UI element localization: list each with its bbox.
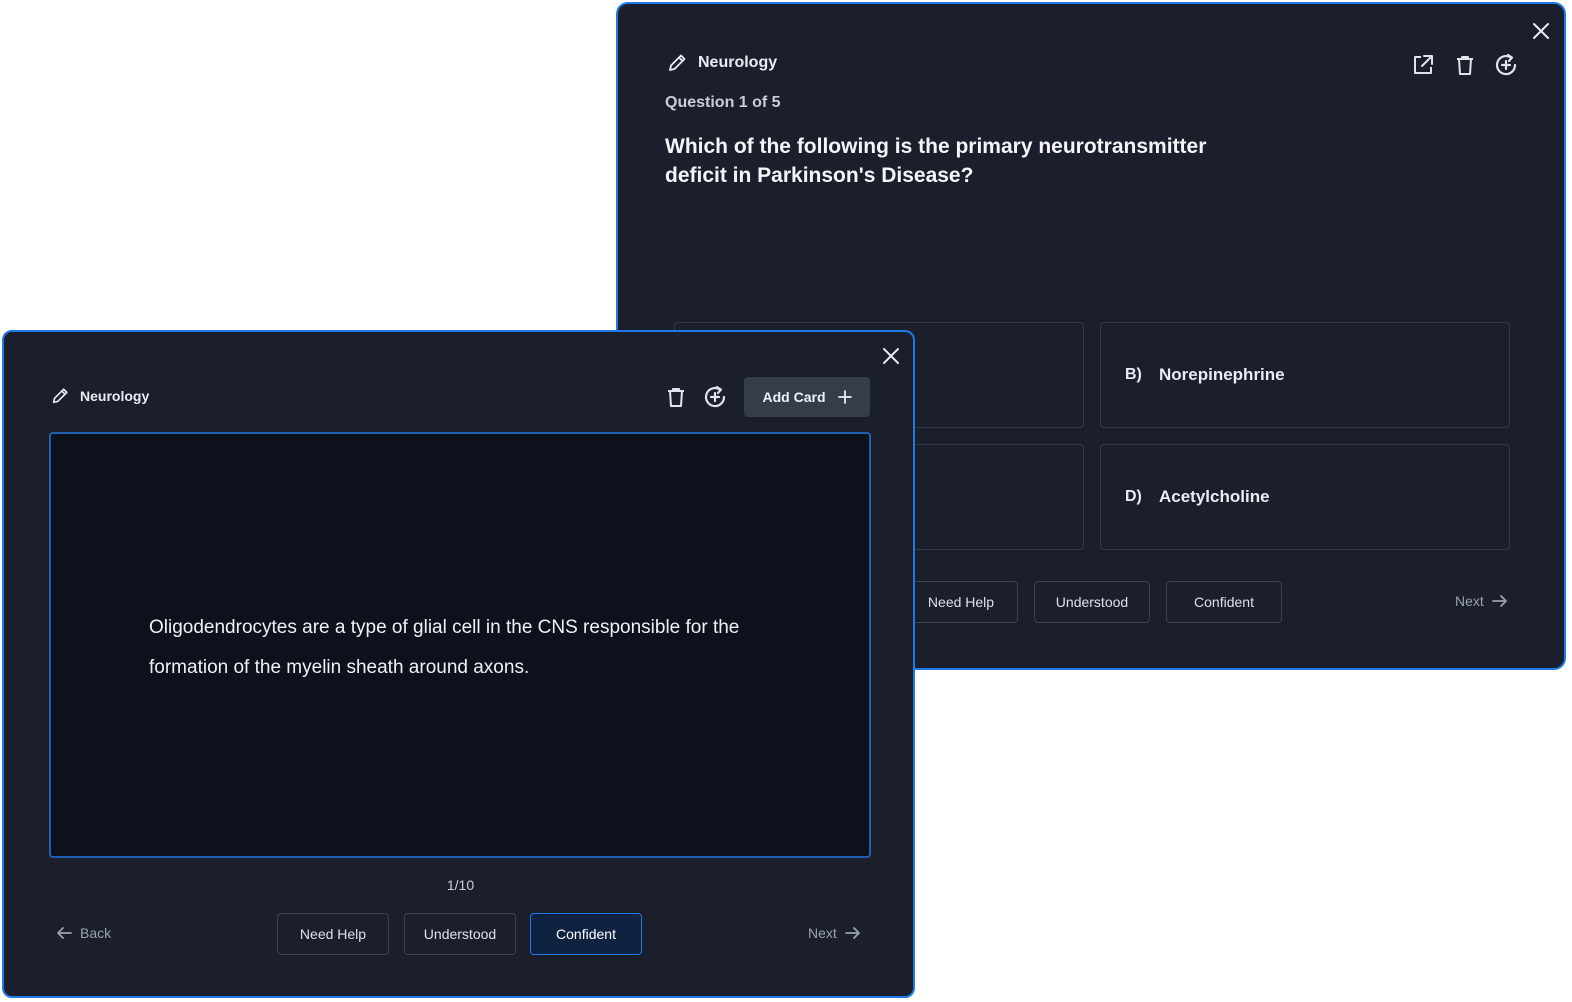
- pencil-icon: [666, 52, 688, 74]
- arrow-right-icon: [1491, 594, 1508, 608]
- option-letter: D): [1125, 488, 1142, 505]
- quiz-understood-button[interactable]: Understood: [1034, 581, 1150, 623]
- share-icon[interactable]: [1409, 51, 1437, 79]
- refresh-icon[interactable]: [1492, 51, 1520, 79]
- trash-icon[interactable]: [662, 383, 690, 411]
- plus-icon: [837, 390, 852, 404]
- question-text: Which of the following is the primary ne…: [665, 135, 1207, 187]
- quiz-deck-name: Neurology: [698, 54, 778, 71]
- next-label: Next: [808, 925, 837, 941]
- quiz-next-label: Next: [1455, 593, 1484, 609]
- back-link[interactable]: Back: [56, 925, 111, 941]
- need-help-button[interactable]: Need Help: [277, 913, 389, 955]
- back-label: Back: [80, 925, 112, 941]
- option-text: Acetylcholine: [1159, 487, 1270, 506]
- option-d[interactable]: D) Acetylcholine: [1100, 444, 1510, 550]
- refresh-icon[interactable]: [701, 383, 729, 411]
- flashcard-deck-title[interactable]: Neurology: [50, 386, 149, 406]
- arrow-right-icon: [844, 926, 861, 940]
- option-b[interactable]: B) Norepinephrine: [1100, 322, 1510, 428]
- add-card-button[interactable]: Add Card: [744, 377, 870, 417]
- flashcard-close-icon[interactable]: [880, 345, 902, 367]
- option-letter: B): [1125, 366, 1142, 383]
- add-card-label: Add Card: [762, 389, 826, 405]
- quiz-need-help-button[interactable]: Need Help: [904, 581, 1018, 623]
- flashcard-deck-name: Neurology: [80, 388, 150, 404]
- confident-button[interactable]: Confident: [530, 913, 642, 955]
- option-text: Norepinephrine: [1159, 365, 1285, 384]
- quiz-next-link[interactable]: Next: [1455, 593, 1508, 609]
- arrow-left-icon: [56, 926, 72, 940]
- flashcard-panel: Neurology Add Card Oligodendrocytes are …: [2, 330, 915, 998]
- flashcard-text: Oligodendrocytes are a type of glial cel…: [149, 617, 740, 678]
- quiz-close-icon[interactable]: [1530, 20, 1552, 42]
- next-link[interactable]: Next: [808, 925, 861, 941]
- quiz-deck-title[interactable]: Neurology: [666, 52, 777, 74]
- trash-icon[interactable]: [1451, 51, 1479, 79]
- flashcard-face[interactable]: Oligodendrocytes are a type of glial cel…: [49, 432, 871, 858]
- question-counter: Question 1 of 5: [665, 94, 781, 111]
- quiz-confident-button[interactable]: Confident: [1166, 581, 1282, 623]
- understood-button[interactable]: Understood: [404, 913, 516, 955]
- card-counter: 1/10: [446, 877, 475, 893]
- pencil-icon: [50, 386, 70, 406]
